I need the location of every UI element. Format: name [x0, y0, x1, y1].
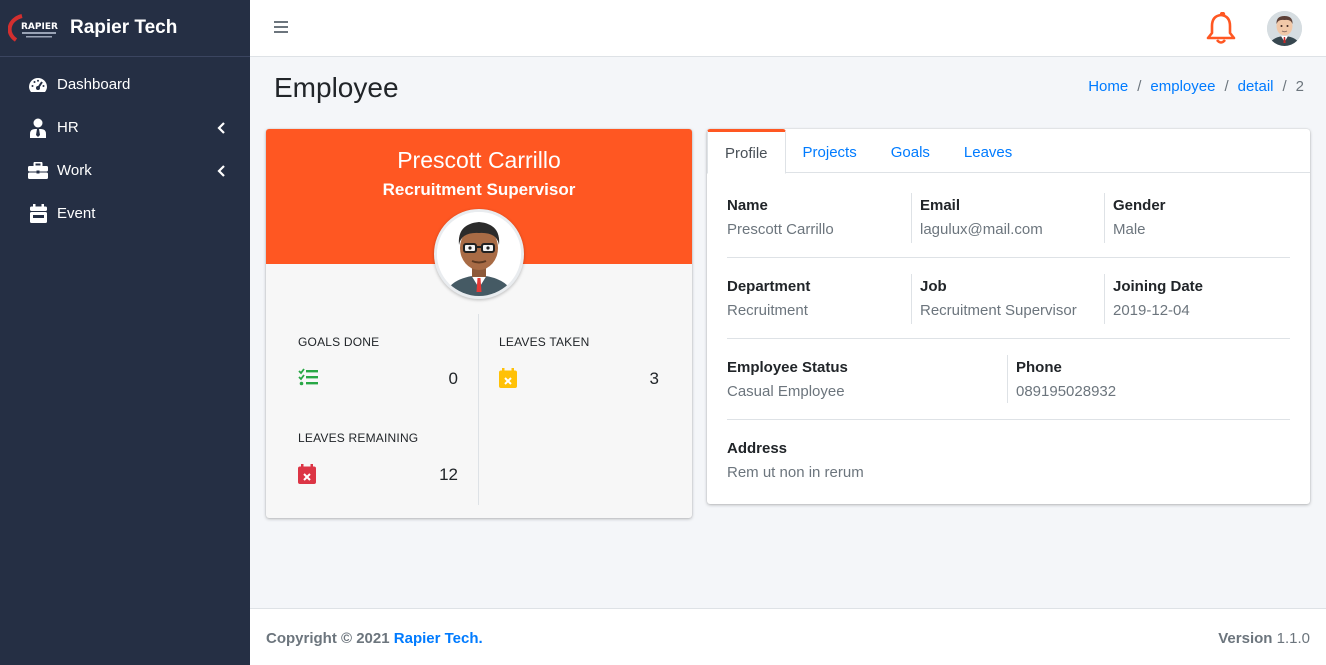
profile-avatar [434, 209, 524, 299]
profile-name: Prescott Carrillo [397, 147, 561, 173]
topbar [250, 0, 1326, 57]
copyright-text: Copyright © 2021 [266, 630, 390, 647]
breadcrumb-separator: / [1282, 78, 1287, 95]
field-label-status: Employee Status [727, 359, 848, 376]
stat-goals-done: GOALS DONE 0 [298, 335, 458, 395]
version-label: Version [1218, 630, 1273, 647]
hamburger-icon[interactable] [274, 20, 288, 34]
field-value-job: Recruitment Supervisor [920, 302, 1077, 319]
column-divider [1104, 274, 1105, 324]
breadcrumb-detail[interactable]: detail [1238, 78, 1274, 95]
breadcrumb-home[interactable]: Home [1088, 78, 1128, 95]
field-value-address: Rem ut non in rerum [727, 464, 864, 481]
chevron-left-icon [216, 164, 226, 178]
version-number: 1.1.0 [1276, 630, 1310, 647]
stat-leaves-remaining: LEAVES REMAINING 12 [298, 431, 458, 491]
stat-leaves-taken: LEAVES TAKEN 3 [499, 335, 659, 395]
stat-divider [478, 314, 479, 505]
sidebar-nav: Dashboard HR Work Event [0, 57, 250, 235]
breadcrumb: Home / employee / detail / 2 [1088, 78, 1304, 95]
field-value-gender: Male [1113, 221, 1146, 238]
breadcrumb-separator: / [1137, 78, 1142, 95]
sidebar-item-event[interactable]: Event [0, 192, 250, 235]
tab-projects[interactable]: Projects [786, 129, 874, 173]
field-label-address: Address [727, 440, 788, 457]
page-title: Employee [274, 72, 399, 103]
field-label-job: Job [920, 278, 947, 295]
field-value-department: Recruitment [727, 302, 808, 319]
field-value-status: Casual Employee [727, 383, 845, 400]
footer-brand-link[interactable]: Rapier Tech. [394, 630, 483, 647]
column-divider [911, 193, 912, 243]
breadcrumb-employee[interactable]: employee [1150, 78, 1215, 95]
field-label-gender: Gender [1113, 197, 1166, 214]
stat-label: GOALS DONE [298, 335, 380, 349]
field-label-department: Department [727, 278, 811, 295]
version-info: Version 1.1.0 [1218, 630, 1310, 647]
field-label-email: Email [920, 197, 961, 214]
field-value-phone: 089195028932 [1016, 383, 1117, 400]
tab-bar: Profile Projects Goals Leaves [707, 129, 1310, 174]
briefcase-icon [27, 161, 49, 181]
svg-text:RAPIER: RAPIER [21, 22, 58, 32]
field-value-email: lagulux@mail.com [920, 221, 1043, 238]
profile-job: Recruitment Supervisor [382, 180, 576, 199]
tab-leaves[interactable]: Leaves [947, 129, 1029, 173]
brand-logo: RAPIER [7, 10, 62, 46]
sidebar-item-label: Dashboard [57, 76, 131, 93]
row-divider [727, 338, 1290, 339]
column-divider [1104, 193, 1105, 243]
field-value-name: Prescott Carrillo [727, 221, 834, 238]
user-tie-icon [27, 118, 49, 138]
profile-tabs-card: Profile Projects Goals Leaves Name Presc… [707, 129, 1310, 504]
footer: Copyright © 2021 Rapier Tech. Version 1.… [250, 608, 1326, 665]
field-label-phone: Phone [1016, 359, 1062, 376]
column-divider [1007, 355, 1008, 403]
row-divider [727, 257, 1290, 258]
calendar-times-icon [298, 464, 318, 484]
stat-value: 12 [439, 465, 458, 484]
stat-label: LEAVES TAKEN [499, 335, 590, 349]
sidebar-item-label: Event [57, 205, 96, 222]
tab-goals[interactable]: Goals [874, 129, 947, 173]
tachometer-icon [27, 75, 49, 95]
breadcrumb-current: 2 [1295, 78, 1304, 95]
brand[interactable]: RAPIER Rapier Tech [0, 0, 250, 57]
calendar-x-icon [499, 368, 519, 388]
copyright: Copyright © 2021 Rapier Tech. [266, 630, 483, 647]
tab-profile[interactable]: Profile [707, 129, 786, 174]
calendar-icon [27, 204, 49, 224]
sidebar-item-dashboard[interactable]: Dashboard [0, 63, 250, 106]
field-label-name: Name [727, 197, 768, 214]
user-avatar[interactable] [1267, 11, 1302, 46]
sidebar-item-hr[interactable]: HR [0, 106, 250, 149]
field-value-joining-date: 2019-12-04 [1113, 302, 1190, 319]
sidebar-item-label: HR [57, 119, 79, 136]
field-label-joining-date: Joining Date [1113, 278, 1204, 295]
sidebar-item-label: Work [57, 162, 92, 179]
sidebar-item-work[interactable]: Work [0, 149, 250, 192]
column-divider [911, 274, 912, 324]
tasks-icon [298, 368, 318, 388]
brand-name: Rapier Tech [70, 17, 178, 38]
stat-value: 0 [448, 369, 458, 388]
row-divider [727, 419, 1290, 420]
breadcrumb-separator: / [1224, 78, 1229, 95]
stat-label: LEAVES REMAINING [298, 431, 419, 445]
chevron-left-icon [216, 121, 226, 135]
sidebar: RAPIER Rapier Tech Dashboard HR Work Eve… [0, 0, 250, 665]
bell-icon[interactable] [1206, 11, 1236, 44]
stat-value: 3 [649, 369, 659, 388]
profile-card: Prescott Carrillo Recruitment Supervisor… [266, 129, 692, 518]
